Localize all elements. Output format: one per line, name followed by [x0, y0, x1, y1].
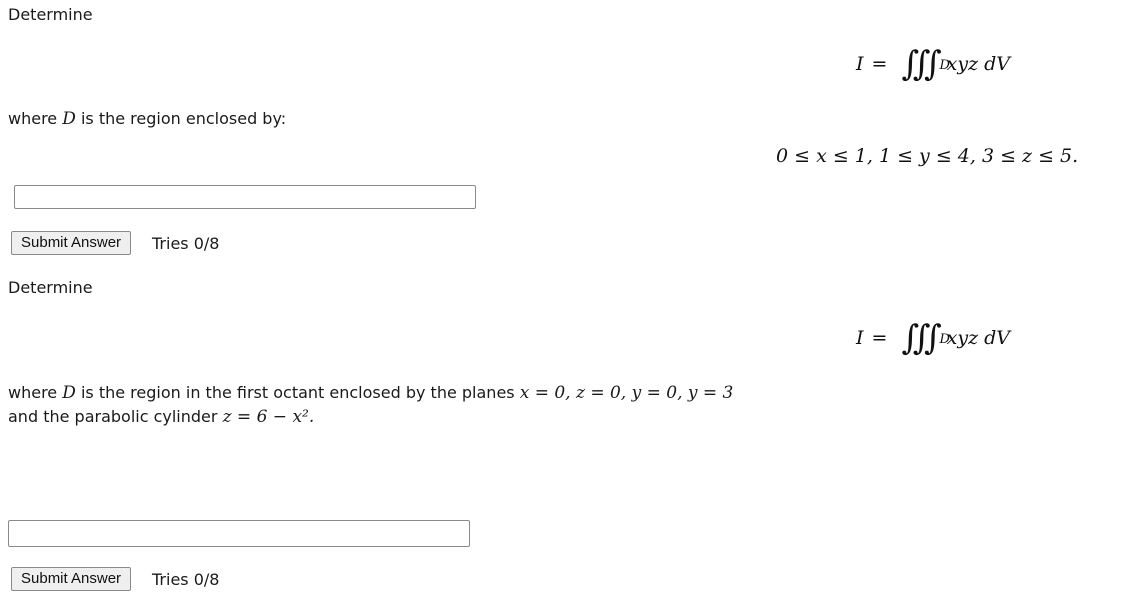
problem1-tries-counter: Tries 0/8 [152, 234, 220, 253]
problem2-submit-button[interactable]: Submit Answer [11, 567, 132, 591]
problem1-region-intro: where D is the region enclosed by: [8, 109, 287, 129]
planes-equations: x = 0, z = 0, y = 0, y = 3 [519, 383, 734, 403]
problem2-region-line2: and the parabolic cylinder z = 6 − x². [8, 407, 315, 427]
integral-domain: D [939, 332, 950, 347]
integral-equals: = [871, 53, 888, 75]
region-symbol: D [62, 383, 76, 403]
problem1-answer-input[interactable] [14, 185, 476, 209]
integral-integrand: xyz dV [946, 53, 1011, 75]
problem2-integral-formula: I = ∭ D xyz dV [856, 318, 1010, 358]
triple-integral-symbol: ∭ D [901, 44, 950, 84]
integral-lhs: I [856, 327, 864, 349]
problem1-integral-formula: I = ∭ D xyz dV [856, 44, 1010, 84]
integral-integrand: xyz dV [946, 327, 1011, 349]
integral-lhs: I [856, 53, 864, 75]
integral-equals: = [871, 327, 888, 349]
problem2-answer-input[interactable] [8, 520, 470, 547]
problem1-bounds: 0 ≤ x ≤ 1, 1 ≤ y ≤ 4, 3 ≤ z ≤ 5. [776, 145, 1079, 167]
problem1-prompt: Determine [8, 5, 93, 24]
problem1-submit-button[interactable]: Submit Answer [11, 231, 132, 255]
region-symbol: D [62, 109, 76, 129]
problem2-prompt: Determine [8, 278, 93, 297]
integral-domain: D [939, 58, 950, 73]
cylinder-equation: z = 6 − x². [222, 407, 315, 427]
problem2-tries-counter: Tries 0/8 [152, 570, 220, 589]
triple-integral-symbol: ∭ D [901, 318, 950, 358]
problem2-region-line1: where D is the region in the first octan… [8, 383, 734, 403]
